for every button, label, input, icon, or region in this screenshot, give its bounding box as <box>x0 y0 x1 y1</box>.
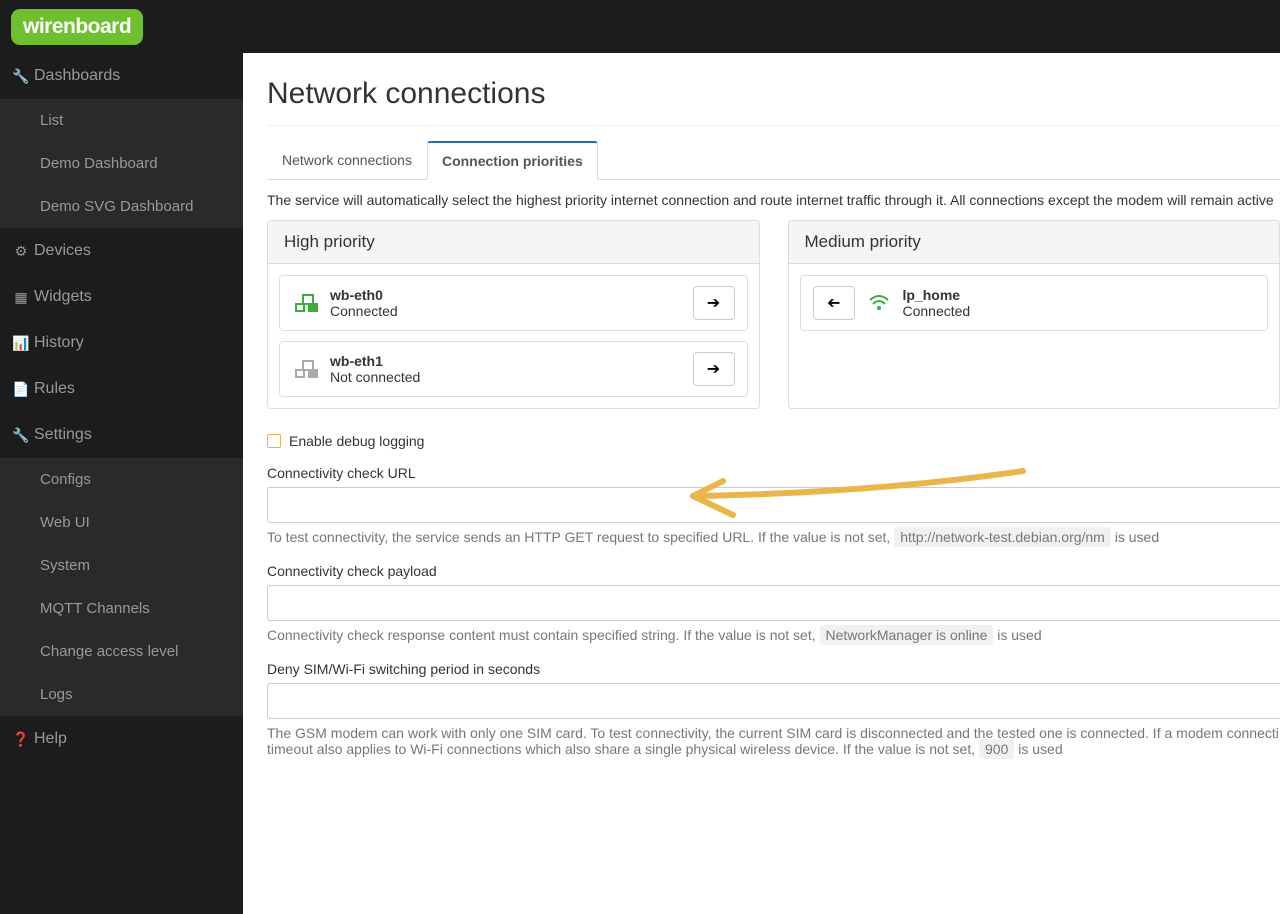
sidebar-history[interactable]: 📊 History <box>0 320 243 366</box>
connection-card: wb-eth0 Connected ➔ <box>279 275 748 331</box>
sidebar-dashboards[interactable]: 🔧 Dashboards <box>0 53 243 99</box>
deny-help: The GSM modem can work with only one SIM… <box>267 725 1280 757</box>
sidebar-item-access[interactable]: Change access level <box>0 630 243 673</box>
enable-debug-label: Enable debug logging <box>289 433 424 449</box>
sidebar-widgets[interactable]: ▦ Widgets <box>0 274 243 320</box>
connection-status: Connected <box>903 303 1256 319</box>
sidebar-help[interactable]: ❓ Help <box>0 716 243 762</box>
tabs: Network connections Connection prioritie… <box>267 140 1280 180</box>
sidebar-item-system[interactable]: System <box>0 544 243 587</box>
move-right-button[interactable]: ➔ <box>693 286 735 320</box>
move-right-button[interactable]: ➔ <box>693 352 735 386</box>
list-icon: ▦ <box>12 289 30 306</box>
sidebar: 🔧 Dashboards List Demo Dashboard Demo SV… <box>0 53 243 914</box>
code-chip: NetworkManager is online <box>820 625 994 645</box>
url-help: To test connectivity, the service sends … <box>267 529 1280 545</box>
sidebar-item-demo-dashboard[interactable]: Demo Dashboard <box>0 142 243 185</box>
tab-description: The service will automatically select th… <box>267 192 1280 208</box>
sidebar-item-webui[interactable]: Web UI <box>0 501 243 544</box>
tab-connection-priorities[interactable]: Connection priorities <box>427 141 598 180</box>
arrow-right-icon: ➔ <box>707 359 720 379</box>
chart-icon: 📊 <box>12 335 30 352</box>
main-content: Network connections Network connections … <box>243 53 1280 914</box>
code-chip: http://network-test.debian.org/nm <box>894 527 1111 547</box>
connection-card: ➔ lp_home Connected <box>800 275 1269 331</box>
payload-input[interactable] <box>267 585 1280 621</box>
connection-card: wb-eth1 Not connected ➔ <box>279 341 748 397</box>
brand-logo[interactable]: wirenboard <box>11 9 143 45</box>
arrow-left-icon: ➔ <box>827 293 840 313</box>
connection-status: Not connected <box>330 369 687 385</box>
ethernet-icon <box>292 360 320 378</box>
wrench-icon: 🔧 <box>12 427 30 444</box>
sidebar-item-logs[interactable]: Logs <box>0 673 243 716</box>
deny-label: Deny SIM/Wi-Fi switching period in secon… <box>267 661 1280 677</box>
sidebar-label: Settings <box>34 426 92 444</box>
priority-medium-panel: Medium priority ➔ lp_home Connected <box>788 220 1280 409</box>
priority-medium-title: Medium priority <box>789 221 1280 264</box>
sidebar-devices[interactable]: ⚙ Devices <box>0 228 243 274</box>
sidebar-label: Widgets <box>34 288 92 306</box>
ethernet-icon <box>292 294 320 312</box>
sidebar-label: Rules <box>34 380 75 398</box>
enable-debug-row: Enable debug logging <box>267 433 1280 449</box>
url-label: Connectivity check URL <box>267 465 1280 481</box>
deny-input[interactable] <box>267 683 1280 719</box>
wrench-icon: 🔧 <box>12 68 30 85</box>
tab-network-connections[interactable]: Network connections <box>267 141 427 180</box>
priority-high-title: High priority <box>268 221 759 264</box>
priority-high-panel: High priority wb-eth0 Connected ➔ wb-et <box>267 220 760 409</box>
connection-status: Connected <box>330 303 687 319</box>
payload-help: Connectivity check response content must… <box>267 627 1280 643</box>
sidebar-settings[interactable]: 🔧 Settings <box>0 412 243 458</box>
page-title: Network connections <box>267 77 1280 111</box>
sidebar-label: Dashboards <box>34 67 120 85</box>
connection-name: wb-eth1 <box>330 353 687 369</box>
connection-name: lp_home <box>903 287 1256 303</box>
question-icon: ❓ <box>12 731 30 748</box>
sidebar-item-list[interactable]: List <box>0 99 243 142</box>
code-chip: 900 <box>979 739 1014 759</box>
sidebar-label: History <box>34 334 84 352</box>
move-left-button[interactable]: ➔ <box>813 286 855 320</box>
arrow-right-icon: ➔ <box>707 293 720 313</box>
sidebar-label: Devices <box>34 242 91 260</box>
gear-icon: ⚙ <box>12 243 30 260</box>
url-input[interactable] <box>267 487 1280 523</box>
file-icon: 📄 <box>12 381 30 398</box>
wifi-icon <box>865 294 893 312</box>
sidebar-item-demo-svg[interactable]: Demo SVG Dashboard <box>0 185 243 228</box>
sidebar-label: Help <box>34 730 67 748</box>
sidebar-item-mqtt[interactable]: MQTT Channels <box>0 587 243 630</box>
topbar: wirenboard <box>0 0 1280 53</box>
connection-name: wb-eth0 <box>330 287 687 303</box>
sidebar-rules[interactable]: 📄 Rules <box>0 366 243 412</box>
enable-debug-checkbox[interactable] <box>267 434 281 448</box>
sidebar-item-configs[interactable]: Configs <box>0 458 243 501</box>
payload-label: Connectivity check payload <box>267 563 1280 579</box>
